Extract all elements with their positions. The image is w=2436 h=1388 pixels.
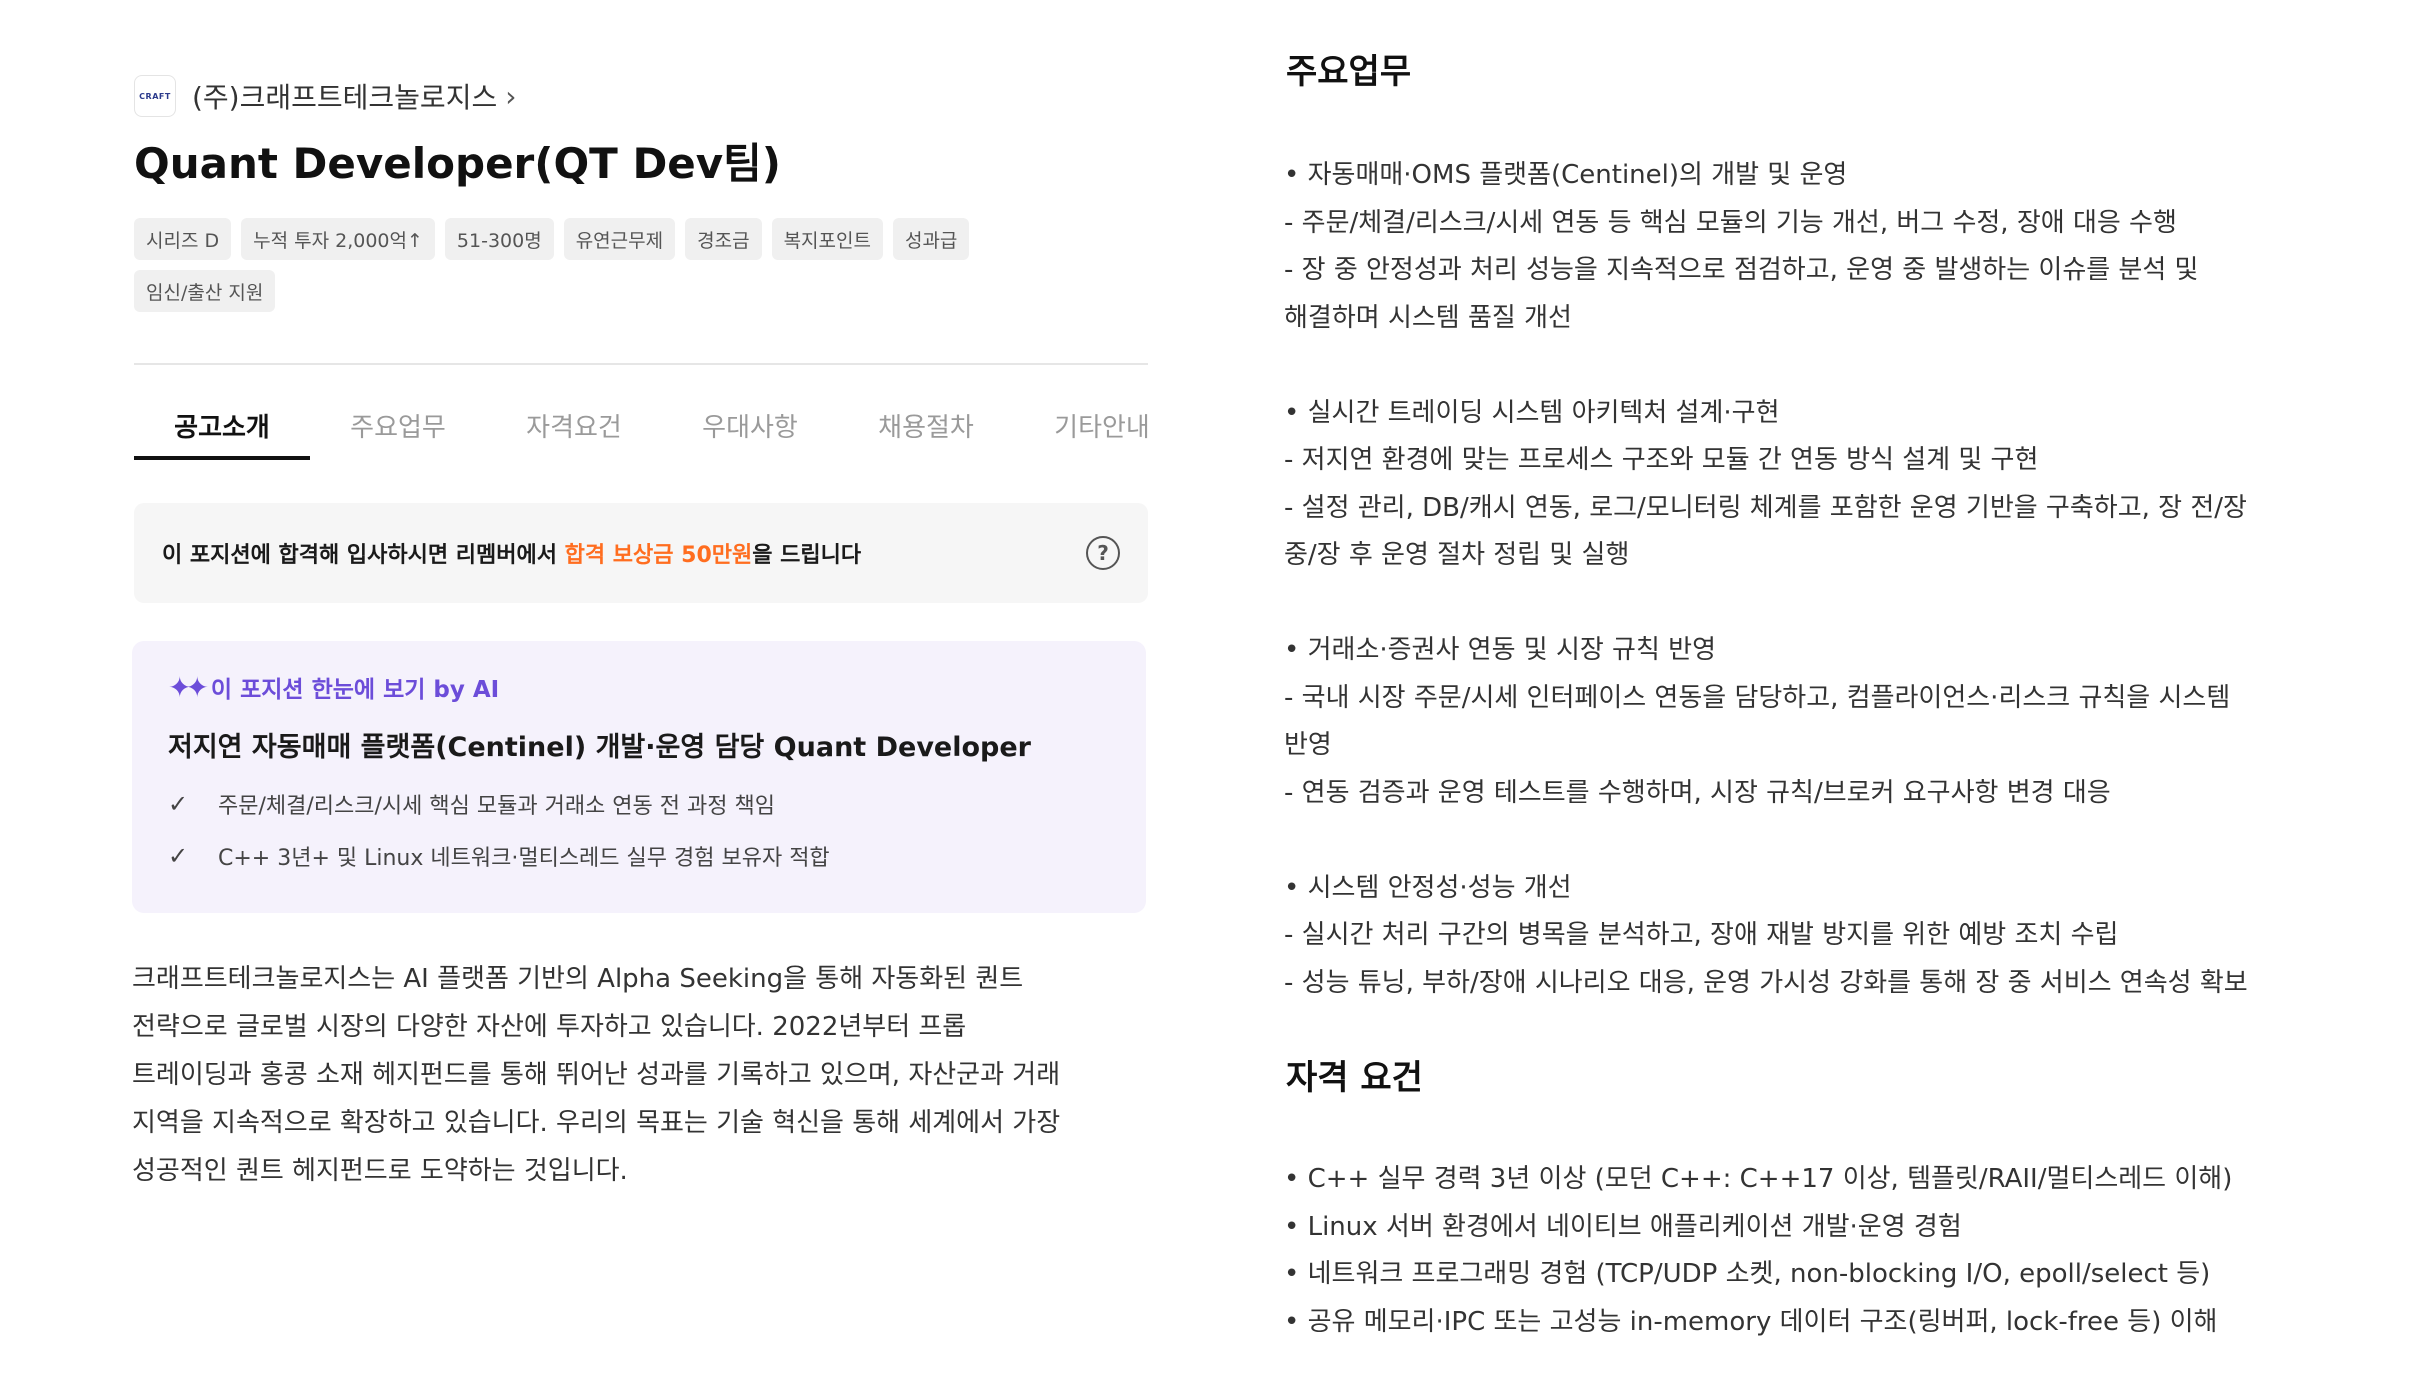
duty-line: - 주문/체결/리스크/시세 연동 등 핵심 모듈의 기능 개선, 버그 수정,… — [1284, 207, 2177, 238]
check-icon: ✓ — [168, 842, 189, 870]
ai-summary-headline: 저지연 자동매매 플랫폼(Centinel) 개발·운영 담당 Quant De… — [168, 732, 1031, 763]
description-line: 크래프트테크놀로지스는 AI 플랫폼 기반의 Alpha Seeking을 통해… — [132, 964, 1024, 994]
tag: 시리즈 D — [134, 218, 232, 260]
tab-preferred[interactable]: 우대사항 — [662, 400, 838, 460]
divider — [134, 363, 1148, 365]
duty-line — [1284, 817, 2404, 865]
sparkle-icon: ✦✦ — [168, 670, 209, 704]
company-logo-text: CRAFT — [139, 91, 171, 101]
tab-etc[interactable]: 기타안내 — [1014, 400, 1148, 460]
duties-heading: 주요업무 — [1286, 52, 1412, 92]
duty-line: - 실시간 처리 구간의 병목을 분석하고, 장애 재발 방지를 위한 예방 조… — [1284, 920, 2119, 950]
tab-qualifications[interactable]: 자격요건 — [486, 400, 662, 460]
tab-hiring-process[interactable]: 채용절차 — [838, 400, 1014, 460]
duties-list: • 자동매매·OMS 플랫폼(Centinel)의 개발 및 운영 - 주문/체… — [1284, 152, 2404, 1007]
duty-line: • 실시간 트레이딩 시스템 아키텍처 설계·구현 — [1284, 397, 1780, 428]
tag: 51-300명 — [444, 218, 554, 260]
reward-banner: 이 포지션에 합격해 입사하시면 리멤버에서 합격 보상금 50만원을 드립니다… — [134, 503, 1148, 603]
qualification-line: • C++ 실무 경력 3년 이상 (모던 C++: C++17 이상, 템플릿… — [1284, 1164, 2233, 1194]
tab-duties[interactable]: 주요업무 — [310, 400, 486, 460]
company-logo: CRAFT — [134, 75, 176, 117]
tag: 유연근무제 — [563, 218, 676, 260]
reward-text-before: 이 포지션에 합격해 입사하시면 리멤버에서 — [162, 543, 565, 568]
list-item: ✓ 주문/체결/리스크/시세 핵심 모듈과 거래소 연동 전 과정 책임 — [168, 778, 1110, 830]
qualification-line: • 공유 메모리·IPC 또는 고성능 in-memory 데이터 구조(링버퍼… — [1284, 1306, 2218, 1337]
duty-line: • 거래소·증권사 연동 및 시장 규칙 반영 — [1284, 635, 1716, 665]
help-icon[interactable]: ? — [1086, 536, 1120, 570]
tab-intro[interactable]: 공고소개 — [134, 400, 310, 460]
company-description: 크래프트테크놀로지스는 AI 플랫폼 기반의 Alpha Seeking을 통해… — [132, 955, 1146, 1195]
duty-line: 중/장 후 운영 절차 정립 및 실행 — [1284, 540, 1630, 570]
duty-line: - 연동 검증과 운영 테스트를 수행하며, 시장 규칙/브로커 요구사항 변경… — [1284, 777, 2111, 808]
tag: 성과급 — [892, 218, 970, 260]
duty-line: • 자동매매·OMS 플랫폼(Centinel)의 개발 및 운영 — [1284, 160, 1848, 190]
chevron-right-icon: › — [505, 79, 517, 113]
ai-summary-bullet: 주문/체결/리스크/시세 핵심 모듈과 거래소 연동 전 과정 책임 — [218, 794, 775, 819]
duty-line: - 장 중 안정성과 처리 성능을 지속적으로 점검하고, 운영 중 발생하는 … — [1284, 255, 2199, 285]
company-tags: 시리즈 D 누적 투자 2,000억↑ 51-300명 유연근무제 경조금 복지… — [134, 218, 1034, 312]
duty-line: • 시스템 안정성·성능 개선 — [1284, 872, 1572, 903]
tag: 누적 투자 2,000억↑ — [241, 218, 435, 260]
description-line: 지역을 지속적으로 확장하고 있습니다. 우리의 목표는 기술 혁신을 통해 세… — [132, 1108, 1061, 1138]
duty-line: - 성능 튜닝, 부하/장애 시나리오 대응, 운영 가시성 강화를 통해 장 … — [1284, 967, 2248, 998]
duty-line — [1284, 580, 2404, 628]
job-title: Quant Developer(QT Dev팀) — [134, 139, 782, 188]
section-tabs: 공고소개 주요업무 자격요건 우대사항 채용절차 기타안내 — [134, 400, 1148, 460]
ai-summary-label: 이 포지션 한눈에 보기 by AI — [210, 677, 500, 703]
tag: 복지포인트 — [771, 218, 883, 260]
duty-line: - 국내 시장 주문/시세 인터페이스 연동을 담당하고, 컴플라이언스·리스크… — [1284, 682, 2231, 713]
list-item: ✓ C++ 3년+ 및 Linux 네트워크·멀티스레드 실무 경험 보유자 적합 — [168, 830, 1110, 882]
check-icon: ✓ — [168, 790, 189, 818]
ai-summary-header: ✦✦ 이 포지션 한눈에 보기 by AI — [168, 669, 1110, 705]
duty-line — [1284, 342, 2404, 390]
reward-text-after: 을 드립니다 — [752, 543, 862, 568]
duty-line: 반영 — [1284, 730, 1332, 760]
ai-summary-card: ✦✦ 이 포지션 한눈에 보기 by AI 저지연 자동매매 플랫폼(Centi… — [132, 641, 1146, 913]
description-line: 전략으로 글로벌 시장의 다양한 자산에 투자하고 있습니다. 2022년부터 … — [132, 1012, 967, 1042]
duty-line: - 설정 관리, DB/캐시 연동, 로그/모니터링 체계를 포함한 운영 기반… — [1284, 492, 2247, 523]
qualifications-list: • C++ 실무 경력 3년 이상 (모던 C++: C++17 이상, 템플릿… — [1284, 1156, 2404, 1346]
duty-line: - 저지연 환경에 맞는 프로세스 구조와 모듈 간 연동 방식 설계 및 구현 — [1284, 445, 2039, 475]
company-name[interactable]: (주)크래프트테크놀로지스 — [192, 76, 497, 116]
company-link[interactable]: CRAFT (주)크래프트테크놀로지스 › — [134, 74, 516, 118]
ai-summary-bullet: C++ 3년+ 및 Linux 네트워크·멀티스레드 실무 경험 보유자 적합 — [218, 846, 830, 871]
qualification-line: • Linux 서버 환경에서 네이티브 애플리케이션 개발·운영 경험 — [1284, 1211, 1962, 1242]
qualification-line: • 네트워크 프로그래밍 경험 (TCP/UDP 소켓, non-blockin… — [1284, 1259, 2211, 1289]
description-line: 트레이딩과 홍콩 소재 헤지펀드를 통해 뛰어난 성과를 기록하고 있으며, 자… — [132, 1060, 1061, 1090]
description-line: 성공적인 퀀트 헤지펀드로 도약하는 것입니다. — [132, 1156, 628, 1186]
duty-line: 해결하며 시스템 품질 개선 — [1284, 302, 1572, 333]
qualifications-heading: 자격 요건 — [1286, 1058, 1423, 1098]
tag: 경조금 — [685, 218, 762, 260]
reward-text: 이 포지션에 합격해 입사하시면 리멤버에서 합격 보상금 50만원을 드립니다 — [162, 537, 861, 569]
reward-amount: 합격 보상금 50만원 — [564, 543, 753, 568]
tag: 임신/출산 지원 — [134, 270, 276, 312]
ai-summary-list: ✓ 주문/체결/리스크/시세 핵심 모듈과 거래소 연동 전 과정 책임 ✓ C++… — [168, 778, 1110, 882]
